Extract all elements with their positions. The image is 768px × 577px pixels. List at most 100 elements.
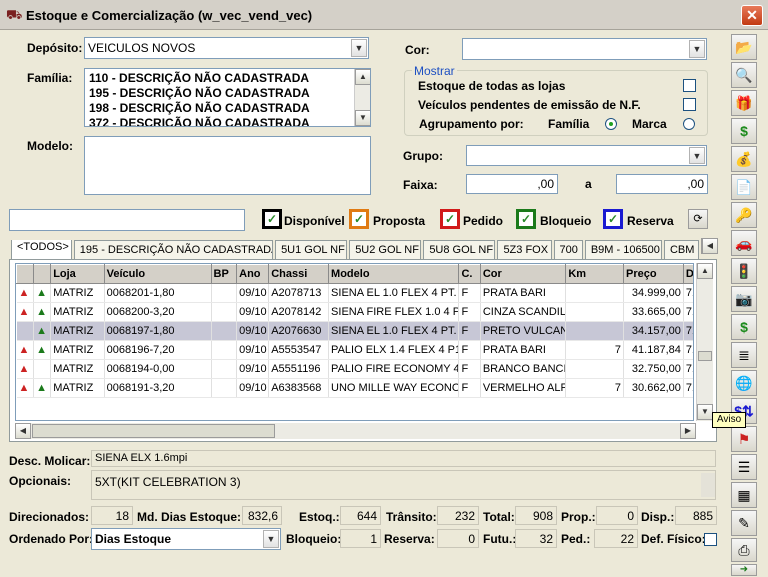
traffic-light-icon[interactable]: 🚦 — [731, 258, 757, 284]
table-row[interactable]: ▲ MATRIZ 0068194-0,00 09/10 A5551196 PALIO FI… — [16, 359, 693, 379]
familia-items: 110 - DESCRIÇÃO NÃO CADASTRADA 195 - DES… — [89, 71, 310, 126]
table-row[interactable]: ▲ ▲ MATRIZ 0068196-7,20 09/10 A5553547 PALIO E… — [16, 340, 693, 360]
tab-5u1[interactable]: 5U1 GOL NF — [275, 240, 348, 260]
familia-scrollbar[interactable]: ▲ ▼ — [354, 69, 370, 126]
dollar-icon[interactable]: $ — [731, 118, 757, 144]
tab-195[interactable]: 195 - DESCRIÇÃO NÃO CADASTRADA — [73, 240, 274, 260]
print-icon[interactable]: ⎙ — [731, 538, 757, 562]
key-icon[interactable]: 🔑 — [731, 202, 757, 228]
chevron-down-icon[interactable]: ▼ — [263, 530, 279, 548]
camera-icon[interactable]: 📷 — [731, 286, 757, 312]
familia-radio[interactable] — [605, 118, 617, 130]
tabs-icon[interactable]: ☰ — [731, 454, 757, 480]
estoque-lojas-checkbox[interactable] — [683, 79, 696, 92]
cor-select[interactable]: ▼ — [462, 38, 707, 60]
list-item[interactable]: 198 - DESCRIÇÃO NÃO CADASTRADA — [89, 101, 310, 116]
familia-list[interactable]: 110 - DESCRIÇÃO NÃO CADASTRADA 195 - DES… — [84, 68, 371, 127]
modelo-field[interactable] — [84, 136, 371, 195]
col-veiculo[interactable]: Veículo — [103, 264, 212, 284]
col-chassi[interactable]: Chassi — [268, 264, 330, 284]
deposito-select[interactable]: VEICULOS NOVOS ▼ — [84, 37, 369, 59]
tab-700[interactable]: 700 — [553, 240, 583, 260]
col-dias[interactable]: Dias — [682, 264, 693, 284]
cell-km — [565, 302, 625, 322]
faixa-from-value: ,00 — [537, 177, 554, 191]
proposta-checkbox[interactable]: ✓ — [349, 209, 369, 229]
tab-prev-icon[interactable]: ◀ — [702, 238, 718, 254]
scroll-right-icon[interactable]: ▶ — [680, 423, 696, 439]
list-icon[interactable]: ≣ — [731, 342, 757, 368]
pedido-checkbox[interactable]: ✓ — [440, 209, 460, 229]
col-c[interactable]: C. — [458, 264, 481, 284]
flag-alert-icon[interactable]: ⚑ — [731, 426, 757, 452]
table-row[interactable]: ▲ ▲ MATRIZ 0068200-3,20 09/10 A2078142 SIENA F… — [16, 302, 693, 322]
zoom-icon[interactable]: 🔍 — [731, 62, 757, 88]
gift-icon[interactable]: 🎁 — [731, 90, 757, 116]
tab-5u8[interactable]: 5U8 GOL NF — [423, 240, 496, 260]
scroll-left-icon[interactable]: ◀ — [15, 423, 31, 439]
grupo-select[interactable]: ▼ — [466, 145, 707, 166]
open-folder-icon[interactable]: 📂 — [731, 34, 757, 60]
pendentes-checkbox[interactable] — [683, 98, 696, 111]
close-button[interactable]: ✕ — [741, 5, 763, 26]
faixa-from-field[interactable]: ,00 — [466, 174, 558, 194]
tab-todos[interactable]: <TODOS> — [11, 240, 72, 260]
opcionais-scrollbar[interactable] — [701, 473, 715, 497]
search-input[interactable] — [9, 209, 245, 231]
hscroll-thumb[interactable] — [32, 424, 275, 438]
cell-modelo: UNO MILLE WAY ECONOF — [328, 378, 460, 398]
document-icon[interactable]: 📄 — [731, 174, 757, 200]
reserva-checkbox[interactable]: ✓ — [603, 209, 623, 229]
table-row[interactable]: ▲ ▲ MATRIZ 0068201-1,80 09/10 A2078713 SIENA E… — [16, 283, 693, 303]
list-item[interactable]: 110 - DESCRIÇÃO NÃO CADASTRADA — [89, 71, 310, 86]
chevron-down-icon[interactable]: ▼ — [689, 147, 705, 164]
col-modelo[interactable]: Modelo — [328, 264, 460, 284]
col-bp[interactable]: BP — [210, 264, 238, 284]
list-item[interactable]: 372 - DESCRIÇÃO NÃO CADASTRADA — [89, 116, 310, 126]
scroll-up-icon[interactable]: ▲ — [697, 263, 713, 279]
refresh-icon[interactable]: ⟳ — [688, 209, 708, 229]
disp-label: Disp.: — [641, 510, 675, 524]
edit-icon[interactable]: ✎ — [731, 510, 757, 536]
globe-icon[interactable]: 🌐 — [731, 370, 757, 396]
faixa-to-field[interactable]: ,00 — [616, 174, 708, 194]
col-preco[interactable]: Preço — [623, 264, 684, 284]
scroll-down-icon[interactable]: ▼ — [697, 404, 713, 420]
table-row[interactable]: ▲ MATRIZ 0068197-1,80 09/10 A2076630 SIENA EL… — [16, 321, 693, 341]
chevron-down-icon[interactable]: ▼ — [351, 39, 367, 57]
dollar-green-icon[interactable]: $ — [731, 314, 757, 340]
scroll-down-icon[interactable]: ▼ — [355, 110, 370, 126]
deposito-label: Depósito: — [27, 41, 83, 55]
tab-5u2[interactable]: 5U2 GOL NF — [349, 240, 422, 260]
col-car[interactable] — [33, 264, 52, 284]
cell-chassi: A5553547 — [268, 340, 330, 360]
table-row[interactable]: ▲ ▲ MATRIZ 0068191-3,20 09/10 A6383568 UNO MIL… — [16, 378, 693, 398]
marca-radio[interactable] — [683, 118, 695, 130]
col-cor[interactable]: Cor — [479, 264, 567, 284]
disponivel-label: Disponível — [284, 214, 345, 228]
col-loja[interactable]: Loja — [50, 264, 105, 284]
ordenado-select[interactable]: Dias Estoque ▼ — [91, 528, 281, 550]
bloqueio-stat-value: 1 — [340, 529, 381, 548]
exit-icon[interactable]: ➜ — [731, 564, 757, 576]
col-flag[interactable] — [16, 264, 35, 284]
scroll-thumb[interactable] — [698, 351, 712, 361]
calculator-icon[interactable]: ▦ — [731, 482, 757, 508]
tab-cbm[interactable]: CBM — [663, 240, 699, 260]
tab-5z3[interactable]: 5Z3 FOX — [497, 240, 552, 260]
car-icon[interactable]: 🚗 — [731, 230, 757, 256]
cell-dias: 713 — [683, 340, 693, 360]
col-km[interactable]: Km — [565, 264, 625, 284]
col-ano[interactable]: Ano — [236, 264, 270, 284]
grid-vscrollbar[interactable]: ▲ ▼ — [696, 263, 713, 421]
def-fisico-checkbox[interactable] — [704, 533, 717, 546]
cell-cor: PRATA BARI — [480, 283, 567, 303]
tab-b9m[interactable]: B9M - 106500 — [584, 240, 662, 260]
grid-hscrollbar[interactable]: ◀ ▶ — [15, 423, 696, 439]
disponivel-checkbox[interactable]: ✓ — [262, 209, 282, 229]
chevron-down-icon[interactable]: ▼ — [689, 40, 705, 58]
list-item[interactable]: 195 - DESCRIÇÃO NÃO CADASTRADA — [89, 86, 310, 101]
money-bag-icon[interactable]: 💰 — [731, 146, 757, 172]
bloqueio-checkbox[interactable]: ✓ — [516, 209, 536, 229]
scroll-up-icon[interactable]: ▲ — [355, 69, 370, 85]
